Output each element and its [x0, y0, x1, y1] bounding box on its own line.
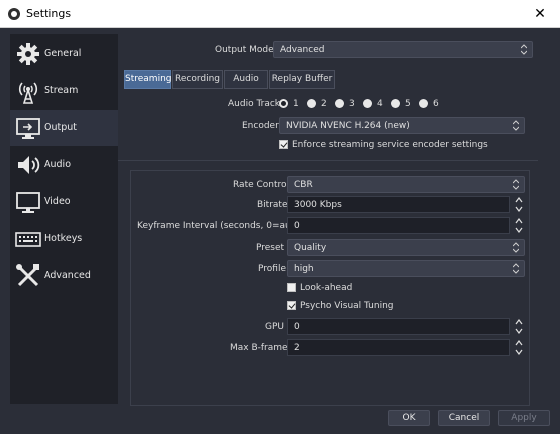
chevron-down-icon[interactable]	[512, 226, 526, 234]
sidebar-item-label: Audio	[44, 159, 72, 170]
audio-track-radio-3[interactable]	[335, 99, 344, 108]
apply-button[interactable]: Apply	[498, 410, 550, 426]
preset-label: Preset	[256, 243, 285, 253]
window-title: Settings	[26, 7, 72, 20]
chevron-updown-icon	[513, 263, 519, 274]
max-bframes-label: Max B-frames	[230, 343, 293, 353]
sidebar-item-audio[interactable]: Audio	[10, 147, 118, 183]
preset-select[interactable]: Quality	[287, 239, 525, 256]
rate-control-label: Rate Control	[233, 180, 290, 190]
tab-streaming[interactable]: Streaming	[124, 70, 171, 89]
chevron-down-icon[interactable]	[512, 205, 526, 213]
sidebar-item-stream[interactable]: Stream	[10, 73, 118, 109]
enforce-encoder-checkbox[interactable]	[279, 140, 288, 149]
audio-track-num: 6	[433, 99, 439, 109]
gpu-value: 0	[294, 322, 300, 332]
keyboard-icon	[15, 232, 41, 247]
keyframe-interval-label: Keyframe Interval (seconds, 0=auto)	[137, 221, 304, 231]
settings-sidebar: General Stream Output Audio Video Hotkey…	[10, 34, 118, 404]
chevron-updown-icon	[513, 120, 519, 131]
tools-icon	[16, 264, 39, 287]
audio-track-num: 5	[405, 99, 411, 109]
audio-track-num: 4	[377, 99, 383, 109]
encoder-select[interactable]: NVIDIA NVENC H.264 (new)	[279, 117, 525, 134]
bitrate-label: Bitrate	[257, 200, 288, 210]
chevron-up-icon[interactable]	[512, 318, 526, 326]
audio-track-radio-6[interactable]	[419, 99, 428, 108]
display-icon	[16, 192, 40, 213]
sidebar-item-video[interactable]: Video	[10, 184, 118, 220]
profile-select[interactable]: high	[287, 260, 525, 277]
cancel-button[interactable]: Cancel	[438, 410, 490, 426]
sidebar-item-label: Video	[44, 196, 71, 207]
speaker-icon	[18, 156, 40, 174]
tab-recording[interactable]: Recording	[172, 70, 223, 89]
gpu-input[interactable]: 0	[287, 318, 510, 335]
keyframe-interval-input[interactable]: 0	[287, 217, 510, 234]
gpu-stepper[interactable]	[512, 318, 526, 335]
audio-track-num: 1	[293, 99, 299, 109]
gpu-label: GPU	[265, 322, 284, 332]
audio-track-radio-4[interactable]	[363, 99, 372, 108]
sidebar-item-label: Stream	[44, 85, 79, 96]
sidebar-item-general[interactable]: General	[10, 36, 118, 72]
section-divider	[118, 160, 538, 161]
audio-track-label: Audio Track	[228, 99, 280, 109]
close-icon[interactable]: ✕	[520, 0, 560, 28]
enforce-encoder-label: Enforce streaming service encoder settin…	[292, 140, 488, 150]
psycho-visual-label: Psycho Visual Tuning	[300, 301, 394, 311]
sidebar-item-output[interactable]: Output	[10, 110, 118, 146]
audio-track-num: 3	[349, 99, 355, 109]
encoder-label: Encoder	[242, 121, 279, 131]
obs-logo-icon	[8, 8, 20, 20]
vertical-scrollbar[interactable]	[538, 34, 556, 406]
sidebar-item-label: Hotkeys	[44, 233, 83, 244]
bitrate-input[interactable]: 3000 Kbps	[287, 196, 510, 213]
audio-track-radio-1[interactable]	[279, 99, 288, 108]
bitrate-value: 3000 Kbps	[294, 200, 342, 210]
profile-label: Profile	[258, 264, 286, 274]
profile-value: high	[294, 264, 314, 274]
chevron-down-icon[interactable]	[512, 327, 526, 335]
sidebar-item-label: Output	[44, 122, 77, 133]
chevron-updown-icon	[521, 44, 527, 55]
encoder-value: NVIDIA NVENC H.264 (new)	[286, 121, 410, 131]
chevron-up-icon[interactable]	[512, 217, 526, 225]
tab-audio[interactable]: Audio	[224, 70, 268, 89]
audio-track-radio-5[interactable]	[391, 99, 400, 108]
lookahead-checkbox[interactable]	[287, 283, 296, 292]
keyframe-interval-value: 0	[294, 221, 300, 231]
audio-track-radio-2[interactable]	[307, 99, 316, 108]
rate-control-value: CBR	[294, 180, 313, 190]
chevron-up-icon[interactable]	[512, 196, 526, 204]
output-mode-select[interactable]: Advanced	[273, 41, 533, 58]
psycho-visual-checkbox[interactable]	[287, 301, 296, 310]
max-bframes-stepper[interactable]	[512, 339, 526, 356]
chevron-down-icon[interactable]	[512, 348, 526, 356]
broadcast-icon	[18, 82, 38, 104]
gear-icon	[17, 43, 39, 65]
tab-replay-buffer[interactable]: Replay Buffer	[269, 70, 335, 89]
ok-button[interactable]: OK	[388, 410, 430, 426]
output-mode-label: Output Mode	[215, 45, 274, 55]
title-bar: Settings ✕	[0, 0, 560, 28]
lookahead-label: Look-ahead	[300, 283, 353, 293]
bitrate-stepper[interactable]	[512, 196, 526, 213]
max-bframes-input[interactable]: 2	[287, 339, 510, 356]
output-mode-value: Advanced	[280, 45, 325, 55]
keyframe-stepper[interactable]	[512, 217, 526, 234]
sidebar-item-label: General	[44, 48, 82, 59]
max-bframes-value: 2	[294, 343, 300, 353]
chevron-up-icon[interactable]	[512, 339, 526, 347]
sidebar-item-label: Advanced	[44, 270, 91, 281]
audio-track-num: 2	[321, 99, 327, 109]
sidebar-item-advanced[interactable]: Advanced	[10, 258, 118, 294]
chevron-updown-icon	[513, 179, 519, 190]
rate-control-select[interactable]: CBR	[287, 176, 525, 193]
monitor-output-icon	[16, 118, 40, 139]
preset-value: Quality	[294, 243, 327, 253]
chevron-updown-icon	[513, 242, 519, 253]
sidebar-item-hotkeys[interactable]: Hotkeys	[10, 221, 118, 257]
